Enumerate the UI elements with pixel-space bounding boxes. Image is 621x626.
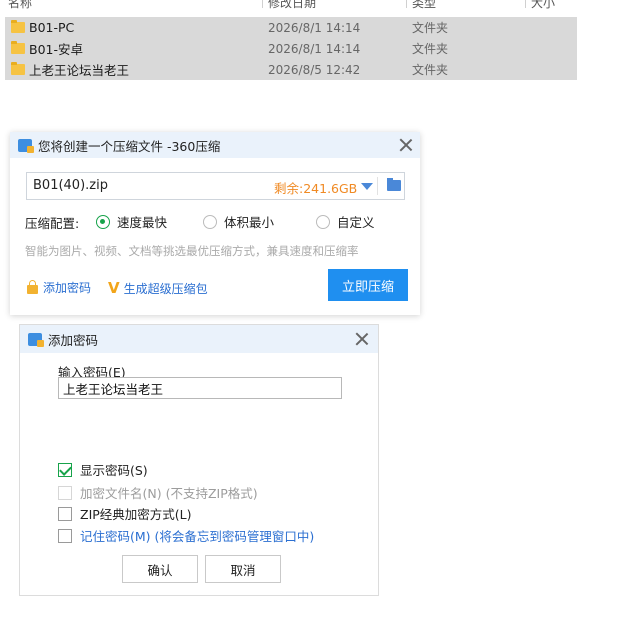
add-password-label: 添加密码 bbox=[43, 281, 92, 295]
chevron-down-icon[interactable] bbox=[361, 183, 373, 190]
compress-dialog: 您将创建一个压缩文件 -360压缩 B01(40).zip 剩余:241.6GB… bbox=[10, 132, 420, 315]
super-compress-label: 生成超级压缩包 bbox=[123, 281, 208, 296]
vip-v-icon: V bbox=[108, 279, 120, 297]
compress-dialog-title: 您将创建一个压缩文件 -360压缩 bbox=[38, 138, 221, 154]
column-divider[interactable] bbox=[262, 0, 263, 8]
radio-unselected-icon[interactable] bbox=[316, 214, 330, 229]
radio-custom[interactable]: 自定义 bbox=[316, 212, 375, 231]
password-input[interactable] bbox=[58, 377, 342, 399]
zip-classic-encryption-checkbox[interactable]: ZIP经典加密方式(L) bbox=[58, 504, 192, 523]
column-header-size[interactable]: 大小 bbox=[531, 0, 555, 10]
checkbox-unchecked-icon[interactable] bbox=[58, 506, 72, 521]
column-divider[interactable] bbox=[525, 0, 526, 8]
radio-fastest[interactable]: 速度最快 bbox=[96, 212, 167, 231]
radio-smallest[interactable]: 体积最小 bbox=[203, 212, 274, 231]
column-header-date[interactable]: 修改日期 bbox=[268, 0, 316, 10]
file-type: 文件夹 bbox=[412, 63, 449, 77]
remember-password-checkbox[interactable]: 记住密码(M) (将会备忘到密码管理窗口中) bbox=[58, 526, 314, 545]
super-compress-link[interactable]: V 生成超级压缩包 bbox=[108, 279, 208, 297]
output-filename[interactable]: B01(40).zip bbox=[33, 178, 108, 193]
cancel-button[interactable]: 取消 bbox=[205, 555, 281, 583]
radio-label: 自定义 bbox=[337, 215, 375, 230]
file-name: B01-PC bbox=[29, 20, 75, 35]
radio-label: 体积最小 bbox=[224, 215, 275, 230]
checkbox-checked-icon[interactable] bbox=[58, 462, 72, 477]
checkbox-label: ZIP经典加密方式(L) bbox=[80, 507, 192, 522]
file-date: 2026/8/1 14:14 bbox=[268, 20, 361, 35]
close-icon[interactable] bbox=[354, 331, 370, 347]
close-icon[interactable] bbox=[398, 137, 414, 153]
confirm-button[interactable]: 确认 bbox=[122, 555, 198, 583]
radio-unselected-icon[interactable] bbox=[203, 214, 217, 229]
file-name: B01-安卓 bbox=[29, 42, 83, 57]
checkbox-label: 显示密码(S) bbox=[80, 463, 148, 478]
file-type: 文件夹 bbox=[412, 42, 449, 56]
lock-icon bbox=[27, 280, 38, 294]
radio-label: 速度最快 bbox=[117, 215, 168, 230]
folder-icon bbox=[11, 41, 25, 54]
column-header-type[interactable]: 类型 bbox=[412, 0, 436, 10]
file-row[interactable]: B01-PC 2026/8/1 14:14 文件夹 bbox=[5, 17, 577, 38]
column-header-name[interactable]: 名称 bbox=[8, 0, 32, 10]
checkbox-unchecked-icon[interactable] bbox=[58, 528, 72, 543]
file-date: 2026/8/5 12:42 bbox=[268, 62, 361, 77]
file-type: 文件夹 bbox=[412, 21, 449, 35]
file-explorer-list: 名称 修改日期 类型 大小 B01-PC 2026/8/1 14:14 文件夹 … bbox=[0, 0, 621, 90]
free-space-label: 剩余:241.6GB bbox=[274, 181, 358, 196]
folder-icon bbox=[11, 62, 25, 75]
360-zip-app-icon bbox=[18, 138, 34, 153]
encrypt-filename-checkbox: 加密文件名(N) (不支持ZIP格式) bbox=[58, 483, 258, 502]
file-date: 2026/8/1 14:14 bbox=[268, 41, 361, 56]
file-name: 上老王论坛当老王 bbox=[29, 63, 130, 78]
add-password-dialog: 添加密码 输入密码(E) 显示密码(S) 加密文件名(N) (不支持ZIP格式)… bbox=[19, 324, 379, 596]
checkbox-label: 加密文件名(N) (不支持ZIP格式) bbox=[80, 486, 258, 501]
checkbox-label: 记住密码(M) (将会备忘到密码管理窗口中) bbox=[80, 529, 315, 544]
column-divider[interactable] bbox=[406, 0, 407, 8]
360-zip-app-icon bbox=[28, 332, 44, 347]
password-dialog-titlebar[interactable]: 添加密码 bbox=[20, 325, 378, 353]
show-password-checkbox[interactable]: 显示密码(S) bbox=[58, 460, 148, 479]
compress-hint-text: 智能为图片、视频、文档等挑选最优压缩方式，兼具速度和压缩率 bbox=[25, 244, 359, 258]
add-password-link[interactable]: 添加密码 bbox=[27, 279, 91, 296]
radio-selected-icon[interactable] bbox=[96, 214, 110, 229]
compress-config-label: 压缩配置: bbox=[25, 216, 80, 231]
compress-now-button[interactable]: 立即压缩 bbox=[328, 269, 408, 301]
folder-browse-icon[interactable] bbox=[387, 178, 401, 191]
folder-icon bbox=[11, 20, 25, 33]
compress-dialog-titlebar[interactable]: 您将创建一个压缩文件 -360压缩 bbox=[10, 132, 420, 158]
output-path-field[interactable]: B01(40).zip 剩余:241.6GB bbox=[26, 172, 405, 200]
divider bbox=[377, 177, 378, 195]
checkbox-disabled-icon bbox=[58, 485, 72, 500]
file-row[interactable]: 上老王论坛当老王 2026/8/5 12:42 文件夹 bbox=[5, 59, 577, 80]
file-row[interactable]: B01-安卓 2026/8/1 14:14 文件夹 bbox=[5, 38, 577, 59]
password-dialog-title: 添加密码 bbox=[48, 332, 99, 348]
